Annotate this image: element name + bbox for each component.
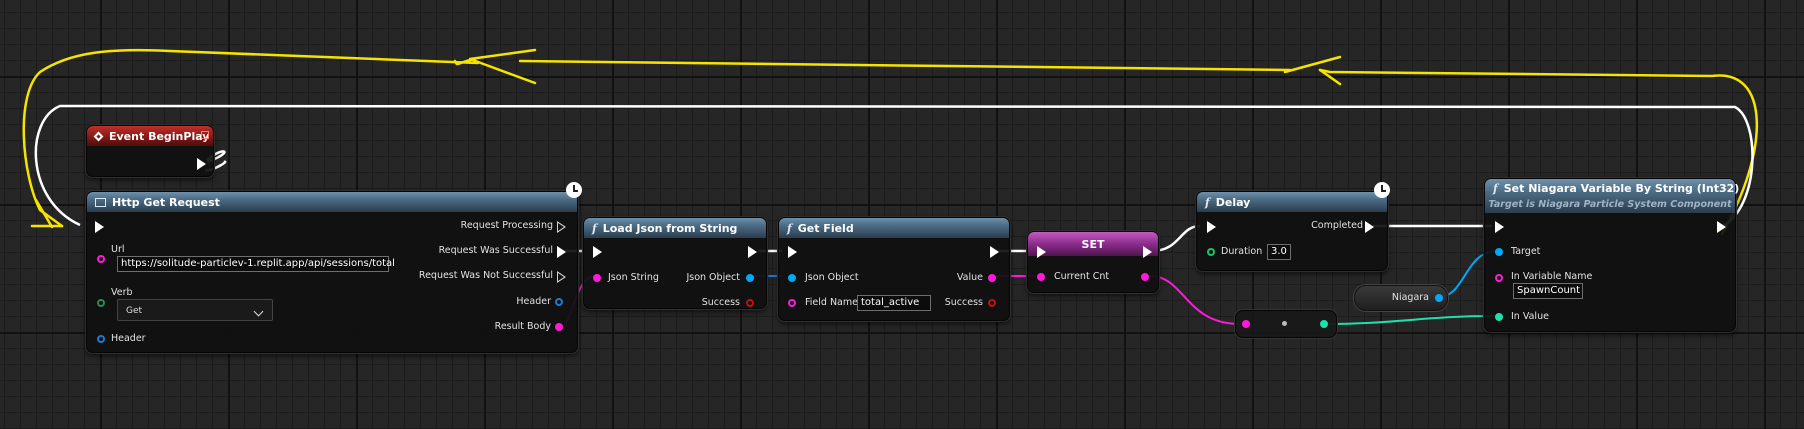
verb-pin[interactable] [97,299,105,307]
value-out-label: Value [956,272,983,283]
result-body-pin[interactable] [555,323,563,331]
set-niagara-title: Set Niagara Variable By String (Int32) [1503,182,1740,195]
blueprint-graph-canvas[interactable]: Event BeginPlay Http Get Request Url htt… [0,0,1804,429]
load-json-success-pin[interactable] [746,299,754,307]
duration-pin[interactable] [1207,248,1215,256]
duration-label: Duration [1221,246,1263,257]
niagara-variable-out-pin[interactable] [1435,294,1443,302]
function-icon: f [592,221,597,235]
in-variable-name-pin[interactable] [1495,274,1503,282]
set-niagara-subtitle: Target is Niagara Particle System Compon… [1488,199,1732,210]
set-niagara-exec-out[interactable] [1717,221,1726,233]
replicate-toggle-icon[interactable] [201,131,209,139]
in-variable-name-label: In Variable Name [1511,271,1593,282]
request-processing-exec-out[interactable] [557,221,566,233]
current-cnt-in-pin[interactable] [1037,273,1045,281]
clock-icon [1374,182,1390,198]
load-json-exec-out[interactable] [748,246,757,258]
verb-select-value: Get [126,306,143,316]
header-in-label: Header [111,333,146,344]
reroute-conversion-node[interactable] [1235,310,1337,338]
result-body-label: Result Body [494,321,551,332]
niagara-variable-label: Niagara [1391,292,1429,303]
function-icon: f [1205,195,1210,209]
target-label: Target [1511,246,1541,257]
json-object-in-pin[interactable] [788,274,796,282]
load-json-node[interactable]: f Load Json from String Json String Json… [583,217,767,309]
completed-label: Completed [1311,220,1363,231]
get-field-success-label: Success [944,297,983,308]
http-get-request-node[interactable]: Http Get Request Url https://solitude-pa… [86,191,578,353]
get-field-success-pin[interactable] [988,299,996,307]
verb-label: Verb [111,287,133,298]
duration-input[interactable]: 3.0 [1267,244,1291,260]
header-in-pin[interactable] [97,335,105,343]
get-field-exec-in[interactable] [788,246,797,258]
delay-node[interactable]: f Delay Completed Duration 3.0 [1196,191,1388,271]
set-niagara-variable-node[interactable]: f Set Niagara Variable By String (Int32)… [1484,178,1739,332]
http-get-exec-in[interactable] [95,221,104,233]
set-node-title: SET [1081,237,1105,251]
json-string-pin[interactable] [593,274,601,282]
get-field-node[interactable]: f Get Field Json Object Value Field Name… [778,217,1010,321]
verb-select[interactable]: Get [117,299,273,321]
json-object-in-label: Json Object [805,272,859,283]
variable-name-input[interactable]: SpawnCount [1513,283,1583,299]
reroute-in-pin[interactable] [1242,320,1250,328]
get-field-title: Get Field [797,221,854,235]
set-exec-out[interactable] [1143,246,1152,258]
set-niagara-exec-in[interactable] [1495,221,1504,233]
url-input[interactable]: https://solitude-particlev-1.replit.app/… [117,256,395,272]
event-begin-play-node[interactable]: Event BeginPlay [86,125,214,177]
delay-exec-in[interactable] [1207,221,1216,233]
field-name-pin[interactable] [788,299,796,307]
current-cnt-label: Current Cnt [1054,271,1110,282]
reroute-out-pin[interactable] [1320,320,1328,328]
delay-title: Delay [1215,195,1251,209]
field-name-input[interactable]: total_active [857,295,931,311]
request-successful-label: Request Was Successful [438,245,553,256]
event-icon [93,131,104,141]
chevron-down-icon [253,306,264,317]
request-not-successful-label: Request Was Not Successful [418,270,553,281]
completed-exec-out[interactable] [1365,221,1374,233]
set-exec-in[interactable] [1037,246,1046,258]
json-string-label: Json String [608,272,659,283]
function-icon: f [787,221,792,235]
json-object-out-label: Json Object [686,272,740,283]
in-value-label: In Value [1511,311,1549,322]
load-json-exec-in[interactable] [593,246,602,258]
current-cnt-out-pin[interactable] [1141,273,1149,281]
request-successful-exec-out[interactable] [557,246,566,258]
set-current-cnt-node[interactable]: SET Current Cnt [1027,231,1159,293]
field-name-label: Field Name [805,297,858,308]
niagara-variable-node[interactable]: Niagara [1354,285,1448,311]
header-out-label: Header [516,296,551,307]
load-json-title: Load Json from String [602,221,738,235]
reroute-center-dot [1282,321,1287,326]
event-begin-play-exec-out[interactable] [197,158,206,170]
url-label: Url [111,244,125,255]
get-field-exec-out[interactable] [990,246,999,258]
url-pin[interactable] [97,255,105,263]
http-get-request-title: Http Get Request [112,195,220,209]
load-json-success-label: Success [701,297,740,308]
request-processing-label: Request Processing [460,220,553,231]
window-icon [95,197,106,207]
function-icon: f [1493,182,1498,195]
json-object-out-pin[interactable] [746,274,754,282]
event-begin-play-title: Event BeginPlay [109,129,210,143]
request-not-successful-exec-out[interactable] [557,271,566,283]
value-out-pin[interactable] [988,274,996,282]
target-pin[interactable] [1495,248,1503,256]
header-out-pin[interactable] [555,298,563,306]
in-value-pin[interactable] [1495,313,1503,321]
clock-icon [566,182,582,198]
